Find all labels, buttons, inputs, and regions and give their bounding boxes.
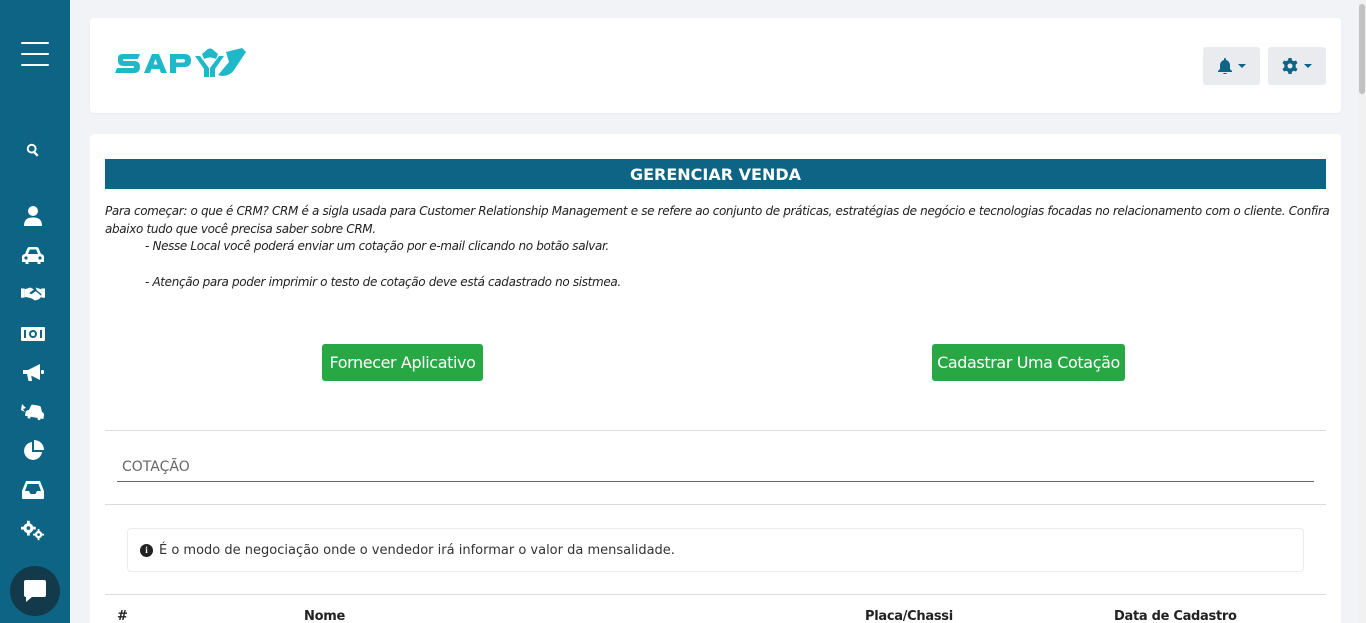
bell-icon [1217, 58, 1232, 74]
megaphone-icon[interactable] [21, 361, 45, 385]
provide-app-button[interactable]: Fornecer Aplicativo [322, 344, 483, 381]
column-header-plate[interactable]: Placa/Chassi [865, 609, 953, 623]
info-bullet-print: - Atenção para poder imprimir o testo de… [145, 275, 621, 289]
chevron-down-icon [1237, 64, 1246, 68]
search-icon[interactable] [21, 138, 45, 162]
column-header-date[interactable]: Data de Cadastro [1114, 609, 1237, 623]
register-quote-button[interactable]: Cadastrar Uma Cotação [932, 344, 1125, 381]
info-alert: i É o modo de negociação onde o vendedor… [127, 528, 1304, 572]
sidebar [0, 0, 70, 623]
settings-button[interactable] [1268, 47, 1326, 85]
menu-icon[interactable] [21, 42, 49, 66]
divider [105, 430, 1326, 431]
car-crash-icon[interactable] [21, 400, 45, 424]
handshake-icon[interactable] [21, 282, 45, 306]
intro-text: Para começar: o que é CRM? CRM é a sigla… [105, 204, 1330, 236]
gear-icon [1282, 58, 1298, 74]
scrollbar[interactable] [1358, 0, 1366, 623]
info-bullet-email: - Nesse Local você poderá enviar um cota… [145, 239, 609, 253]
chat-button[interactable] [10, 566, 60, 616]
page-title: GERENCIAR VENDA [105, 159, 1326, 189]
chat-icon [24, 580, 46, 602]
pie-chart-icon[interactable] [21, 439, 45, 463]
column-header-number[interactable]: # [117, 609, 128, 623]
inbox-icon[interactable] [21, 478, 45, 502]
money-icon[interactable] [21, 322, 45, 346]
chevron-down-icon [1304, 64, 1312, 68]
main-content: GERENCIAR VENDA Para começar: o que é CR… [90, 134, 1341, 623]
section-title-quote: COTAÇÃO [122, 459, 190, 475]
cogs-icon[interactable] [21, 518, 45, 542]
car-icon[interactable] [21, 243, 45, 267]
divider [105, 594, 1326, 595]
section-underline [117, 481, 1314, 482]
sapy-logo[interactable] [114, 48, 249, 87]
scrollbar-thumb[interactable] [1359, 4, 1365, 94]
user-icon[interactable] [21, 204, 45, 228]
info-text: É o modo de negociação onde o vendedor i… [159, 542, 675, 558]
column-header-name[interactable]: Nome [304, 609, 345, 623]
header [90, 18, 1341, 113]
notifications-button[interactable] [1203, 47, 1260, 85]
info-icon: i [140, 543, 153, 557]
divider [105, 504, 1326, 505]
